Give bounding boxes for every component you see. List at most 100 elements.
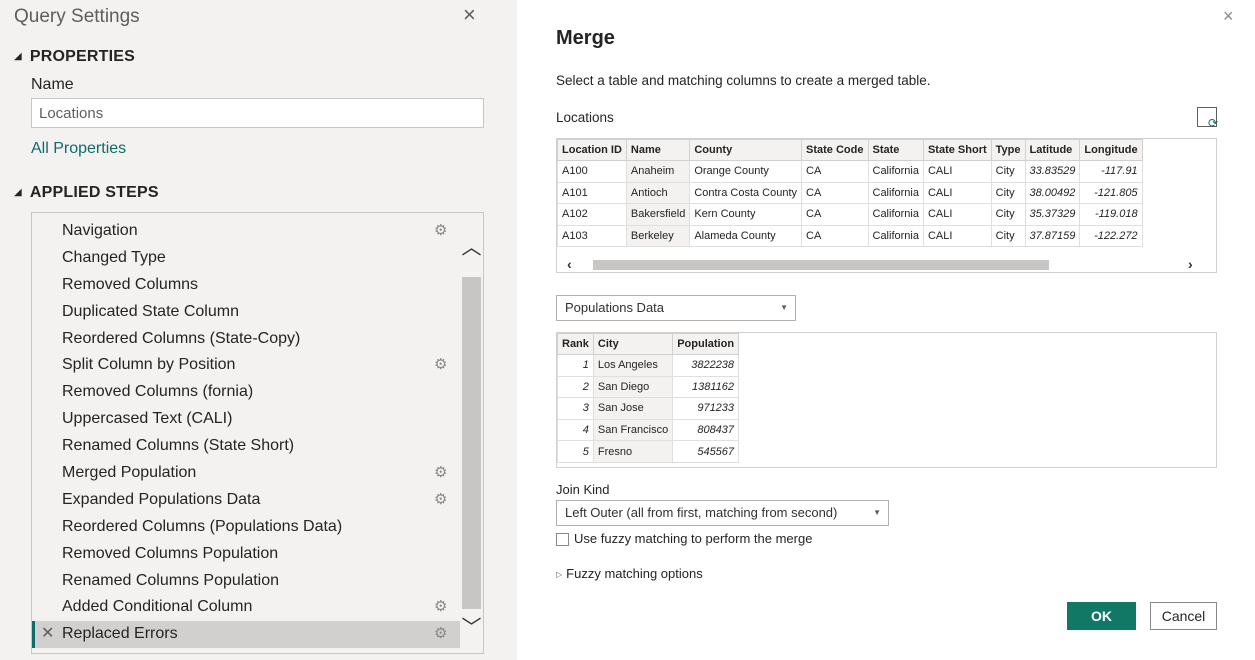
table-cell: 3822238 — [672, 354, 740, 377]
table-cell: 37.87159 — [1024, 224, 1081, 248]
column-header[interactable]: State Short — [922, 139, 992, 161]
gear-icon[interactable]: ⚙ — [434, 621, 447, 648]
chevron-down-icon[interactable]: ﹀ — [460, 611, 483, 639]
gear-icon[interactable]: ⚙ — [434, 594, 447, 621]
gear-icon[interactable]: ⚙ — [434, 218, 447, 245]
table-cell: 4 — [557, 418, 594, 442]
fuzzy-matching-options-toggle[interactable]: ▷ Fuzzy matching options — [556, 566, 703, 581]
all-properties-link[interactable]: All Properties — [31, 140, 126, 158]
applied-step-item[interactable]: Split Column by Position ⚙ — [32, 352, 460, 379]
chevron-up-icon[interactable]: ︿ — [460, 231, 483, 259]
applied-step-label: Merged Population — [62, 464, 197, 482]
applied-step-label: Expanded Populations Data — [62, 490, 261, 508]
applied-step-label: Reordered Columns (Populations Data) — [62, 517, 343, 535]
applied-step-item[interactable]: Merged Population ⚙ — [32, 460, 460, 487]
first-table-name: Locations — [556, 110, 614, 125]
column-header[interactable]: Location ID — [557, 139, 627, 161]
second-table-select[interactable]: Populations Data ▼ — [556, 295, 796, 321]
chevron-left-icon[interactable]: ‹ — [567, 256, 572, 272]
table-cell: A102 — [557, 203, 627, 226]
table-row: 3 San Jose 971233 — [557, 397, 740, 420]
delete-step-icon[interactable]: ✕ — [41, 621, 54, 648]
scrollbar-thumb[interactable] — [462, 277, 481, 609]
fuzzy-matching-checkbox[interactable] — [556, 533, 569, 546]
applied-step-label: Removed Columns (fornia) — [62, 383, 254, 401]
horizontal-scrollbar-thumb[interactable] — [593, 260, 1049, 270]
column-header[interactable]: County — [689, 139, 803, 161]
column-header[interactable]: Type — [990, 139, 1026, 161]
refresh-preview-icon[interactable] — [1197, 107, 1218, 130]
dialog-close-icon[interactable]: × — [1223, 6, 1234, 27]
second-table-select-value: Populations Data — [565, 300, 665, 315]
applied-step-item[interactable]: Renamed Columns Population — [32, 568, 460, 595]
applied-step-label: Changed Type — [62, 248, 166, 266]
table-cell: California — [867, 181, 924, 205]
chevron-right-icon[interactable]: › — [1188, 256, 1193, 272]
applied-step-item[interactable]: Uppercased Text (CALI) — [32, 406, 460, 433]
ok-button[interactable]: OK — [1067, 602, 1136, 630]
gear-icon[interactable]: ⚙ — [434, 352, 447, 379]
table-cell: 35.37329 — [1024, 203, 1081, 226]
applied-step-item[interactable]: Reordered Columns (Populations Data) — [32, 514, 460, 541]
applied-step-label: Split Column by Position — [62, 356, 236, 374]
table-cell: CALI — [922, 181, 992, 205]
table-cell: CA — [801, 224, 869, 248]
join-kind-label: Join Kind — [556, 482, 610, 497]
table-cell: CA — [801, 203, 869, 226]
fuzzy-matching-label[interactable]: Use fuzzy matching to perform the merge — [574, 531, 812, 546]
applied-step-label: Added Conditional Column — [62, 598, 253, 616]
column-header[interactable]: Rank — [557, 333, 594, 355]
table-cell: CALI — [922, 224, 992, 248]
cancel-button[interactable]: Cancel — [1150, 602, 1217, 630]
applied-step-item[interactable]: ✕ Replaced Errors ⚙ — [32, 621, 460, 649]
steps-scrollbar[interactable]: ︿ ﹀ — [460, 213, 483, 653]
table-cell: -122.272 — [1079, 224, 1143, 248]
column-header[interactable]: Population — [672, 333, 740, 355]
table-row: A102 Bakersfield Kern County CA California CA… — [557, 203, 1143, 226]
column-header[interactable]: Longitude — [1079, 139, 1143, 161]
column-header[interactable]: State — [867, 139, 924, 161]
query-name-input[interactable] — [31, 98, 484, 128]
table-cell: 38.00492 — [1024, 181, 1081, 205]
applied-step-item[interactable]: Removed Columns (fornia) — [32, 379, 460, 406]
first-table-grid: Location ID Name County State Code State Stat… — [557, 139, 1143, 248]
applied-step-item[interactable]: Removed Columns — [32, 272, 460, 299]
fuzzy-matching-options-label: Fuzzy matching options — [566, 566, 703, 581]
second-table-grid: Rank City Population 1 Los Angeles 3822238 2 S… — [557, 333, 740, 463]
applied-step-item[interactable]: Added Conditional Column ⚙ — [32, 594, 460, 621]
table-cell: Fresno — [592, 440, 674, 463]
applied-step-label: Removed Columns Population — [62, 544, 279, 562]
gear-icon[interactable]: ⚙ — [434, 487, 447, 514]
join-kind-select[interactable]: Left Outer (all from first, matching fro… — [556, 500, 889, 526]
applied-step-item[interactable]: Duplicated State Column — [32, 299, 460, 326]
applied-step-item[interactable]: Expanded Populations Data ⚙ — [32, 487, 460, 514]
applied-step-item[interactable]: Reordered Columns (State-Copy) — [32, 326, 460, 353]
applied-step-label: Duplicated State Column — [62, 302, 239, 320]
close-icon[interactable]: × — [463, 4, 476, 26]
table-cell: 5 — [557, 440, 594, 463]
table-cell: Contra Costa County — [689, 181, 803, 205]
table-row: A103 Berkeley Alameda County CA California CA… — [557, 224, 1143, 248]
table-cell: CA — [801, 160, 869, 183]
applied-step-item[interactable]: Navigation ⚙ — [32, 218, 460, 245]
applied-step-item[interactable]: Changed Type — [32, 245, 460, 272]
table-cell: 3 — [557, 397, 594, 420]
horizontal-scrollbar[interactable]: ‹ › — [557, 256, 1216, 272]
query-settings-title: Query Settings — [14, 6, 140, 27]
applied-step-item[interactable]: Removed Columns Population — [32, 541, 460, 568]
table-cell: Berkeley — [625, 224, 691, 248]
column-header[interactable]: Latitude — [1024, 139, 1081, 161]
column-header[interactable]: Name — [625, 139, 691, 161]
table-cell: San Diego — [592, 375, 674, 399]
applied-step-item[interactable]: Renamed Columns (State Short) — [32, 433, 460, 460]
table-cell: 1 — [557, 354, 594, 377]
column-header[interactable]: City — [592, 333, 674, 355]
applied-steps-heading[interactable]: ◢ APPLIED STEPS — [14, 184, 159, 202]
column-header[interactable]: State Code — [801, 139, 869, 161]
table-cell: City — [990, 224, 1026, 248]
caret-down-icon: ▼ — [780, 303, 788, 312]
applied-step-label: Removed Columns — [62, 275, 199, 293]
gear-icon[interactable]: ⚙ — [434, 460, 447, 487]
applied-step-label: Navigation — [62, 222, 138, 239]
properties-heading[interactable]: ◢ PROPERTIES — [14, 48, 135, 66]
